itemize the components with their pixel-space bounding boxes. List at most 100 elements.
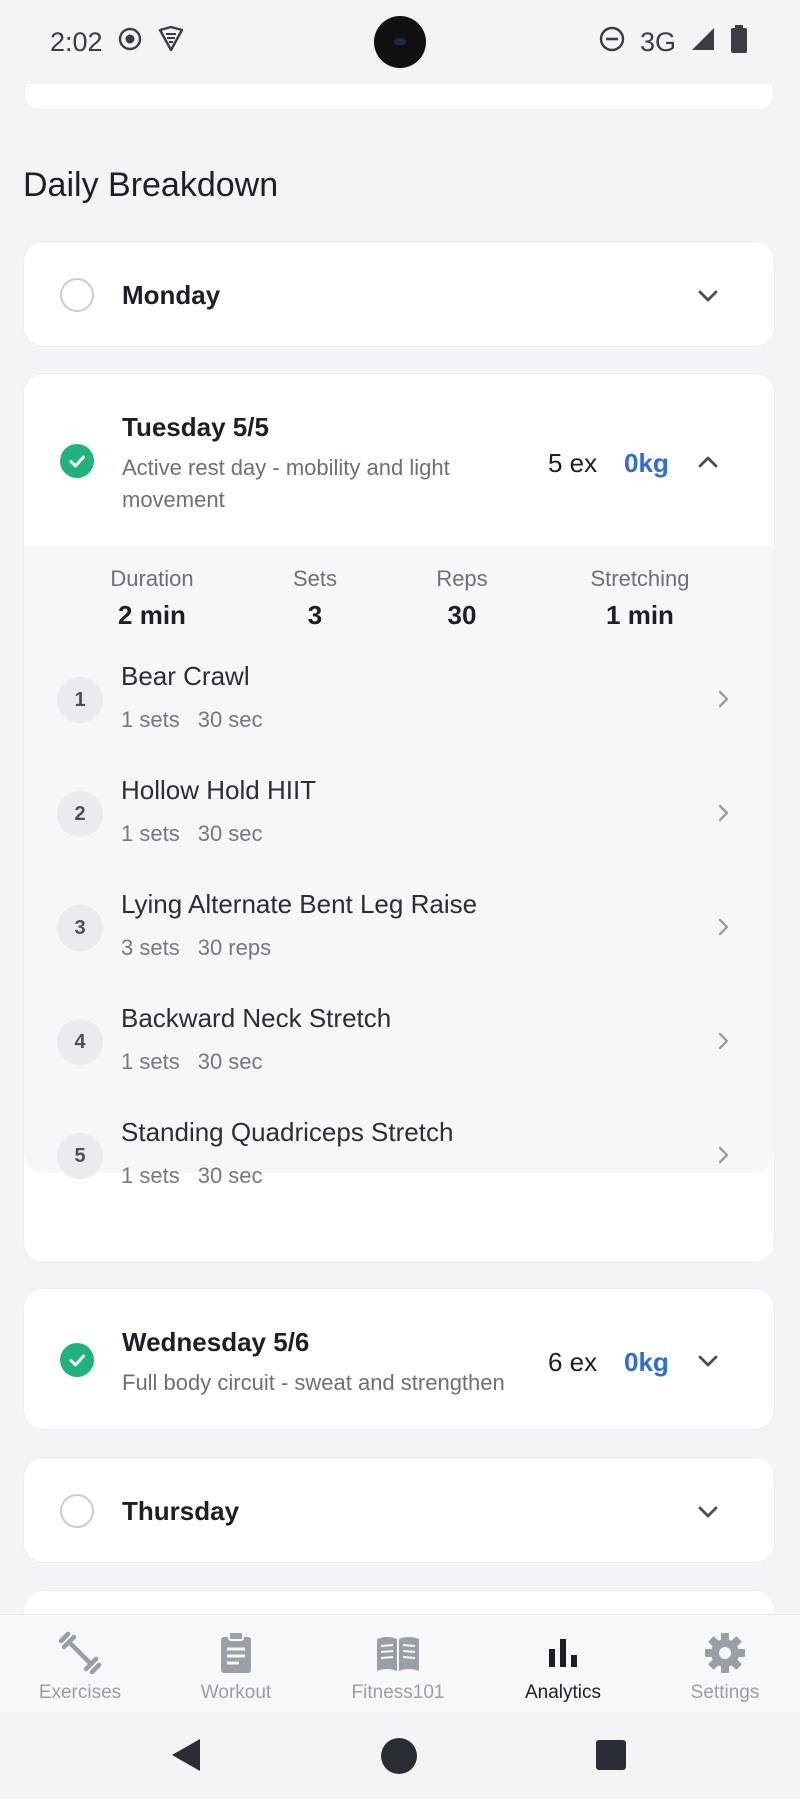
chevron-down-icon: [694, 1498, 722, 1526]
exercise-name: Hollow Hold HIIT: [121, 775, 316, 806]
record-icon: [117, 26, 143, 59]
nav-fitness101[interactable]: Fitness101: [318, 1615, 478, 1713]
day-title: Tuesday 5/5: [122, 412, 269, 443]
exercise-amount: 30 sec: [198, 707, 263, 732]
nav-analytics[interactable]: Analytics: [483, 1615, 643, 1713]
stat-stretching: Stretching 1 min: [555, 566, 725, 631]
exercise-sets: 1 sets: [121, 707, 180, 732]
nav-label: Workout: [156, 1682, 316, 1704]
exercise-count: 6 ex: [548, 1347, 597, 1378]
exercise-count: 5 ex: [548, 448, 597, 479]
exercise-sets: 3 sets: [121, 935, 180, 960]
exercise-meta: 1 sets 30 sec: [121, 1049, 263, 1075]
day-title: Monday: [122, 280, 220, 311]
do-not-disturb-icon: [598, 25, 626, 60]
incomplete-circle-icon: [60, 1494, 94, 1528]
exercise-name: Bear Crawl: [121, 661, 250, 692]
exercise-name: Standing Quadriceps Stretch: [121, 1117, 453, 1148]
exercise-number: 4: [57, 1019, 103, 1065]
book-icon: [374, 1629, 422, 1677]
exercise-amount: 30 sec: [198, 1163, 263, 1188]
chevron-right-icon: [712, 801, 734, 825]
exercise-sets: 1 sets: [121, 1163, 180, 1188]
exercise-number: 3: [57, 905, 103, 951]
exercise-name: Backward Neck Stretch: [121, 1003, 391, 1034]
day-details: Duration 2 min Sets 3 Reps 30 Stretching…: [24, 546, 774, 1173]
exercise-meta: 3 sets 30 reps: [121, 935, 271, 961]
chevron-down-icon: [694, 282, 722, 310]
back-icon[interactable]: [168, 1736, 204, 1774]
stat-value: 3: [230, 600, 400, 631]
exercise-amount: 30 reps: [198, 935, 271, 960]
day-title: Thursday: [122, 1496, 239, 1527]
day-title: Wednesday 5/6: [122, 1327, 309, 1358]
exercise-number: 1: [57, 677, 103, 723]
stat-label: Sets: [230, 566, 400, 592]
vpn-shield-icon: [157, 25, 185, 60]
day-description-line-2: movement: [122, 484, 225, 516]
exercise-amount: 30 sec: [198, 821, 263, 846]
exercise-meta: 1 sets 30 sec: [121, 707, 263, 733]
day-card-tuesday[interactable]: Tuesday 5/5 Active rest day - mobility a…: [23, 373, 775, 1263]
front-camera: [374, 16, 426, 68]
stat-value: 2 min: [67, 600, 237, 631]
chevron-down-icon[interactable]: [694, 1347, 722, 1375]
exercise-row[interactable]: 5 Standing Quadriceps Stretch 1 sets 30 s…: [24, 1107, 774, 1207]
bottom-nav: Exercises Workout Fitness101 Analytics: [0, 1614, 800, 1712]
bar-chart-icon: [539, 1629, 587, 1677]
exercise-sets: 1 sets: [121, 821, 180, 846]
battery-icon: [730, 25, 748, 60]
day-description: Full body circuit - sweat and strengthen: [122, 1367, 505, 1399]
day-description-line-1: Active rest day - mobility and light: [122, 452, 450, 484]
completed-check-icon: [60, 1343, 94, 1377]
exercise-number: 2: [57, 791, 103, 837]
dumbbell-icon: [56, 1629, 104, 1677]
home-icon[interactable]: [380, 1737, 418, 1775]
stat-sets: Sets 3: [230, 566, 400, 631]
section-title: Daily Breakdown: [23, 166, 278, 205]
stat-label: Duration: [67, 566, 237, 592]
exercise-row[interactable]: 2 Hollow Hold HIIT 1 sets 30 sec: [24, 765, 774, 865]
gear-icon: [701, 1629, 749, 1677]
completed-check-icon: [60, 444, 94, 478]
day-card-wednesday[interactable]: Wednesday 5/6 Full body circuit - sweat …: [23, 1288, 775, 1430]
stat-duration: Duration 2 min: [67, 566, 237, 631]
chevron-right-icon: [712, 915, 734, 939]
nav-label: Fitness101: [318, 1682, 478, 1704]
nav-settings[interactable]: Settings: [645, 1615, 800, 1713]
system-nav-bar: [0, 1712, 800, 1799]
nav-label: Analytics: [483, 1682, 643, 1704]
total-weight: 0kg: [624, 448, 669, 479]
nav-label: Exercises: [0, 1682, 160, 1704]
exercise-amount: 30 sec: [198, 1049, 263, 1074]
exercise-row[interactable]: 4 Backward Neck Stretch 1 sets 30 sec: [24, 993, 774, 1093]
chevron-right-icon: [712, 1143, 734, 1167]
exercise-name: Lying Alternate Bent Leg Raise: [121, 889, 477, 920]
network-type: 3G: [640, 27, 676, 58]
exercise-sets: 1 sets: [121, 1049, 180, 1074]
chevron-right-icon: [712, 687, 734, 711]
chevron-up-icon[interactable]: [694, 448, 722, 476]
chevron-right-icon: [712, 1029, 734, 1053]
clipboard-icon: [212, 1629, 260, 1677]
status-time: 2:02: [50, 27, 103, 58]
exercise-number: 5: [57, 1133, 103, 1179]
recents-icon[interactable]: [595, 1739, 627, 1771]
nav-workout[interactable]: Workout: [156, 1615, 316, 1713]
stat-label: Reps: [377, 566, 547, 592]
day-card-thursday[interactable]: Thursday: [23, 1457, 775, 1563]
nav-exercises[interactable]: Exercises: [0, 1615, 160, 1713]
exercise-row[interactable]: 3 Lying Alternate Bent Leg Raise 3 sets3…: [24, 879, 774, 979]
incomplete-circle-icon: [60, 278, 94, 312]
exercise-row[interactable]: 1 Bear Crawl 1 sets 30 sec: [24, 651, 774, 751]
stat-label: Stretching: [555, 566, 725, 592]
day-card-monday[interactable]: Monday: [23, 241, 775, 347]
total-weight: 0kg: [624, 1347, 669, 1378]
stat-value: 30: [377, 600, 547, 631]
previous-card: [24, 84, 774, 110]
signal-icon: [690, 26, 716, 59]
stat-reps: Reps 30: [377, 566, 547, 631]
exercise-meta: 1 sets 30 sec: [121, 821, 263, 847]
stat-value: 1 min: [555, 600, 725, 631]
nav-label: Settings: [645, 1682, 800, 1704]
